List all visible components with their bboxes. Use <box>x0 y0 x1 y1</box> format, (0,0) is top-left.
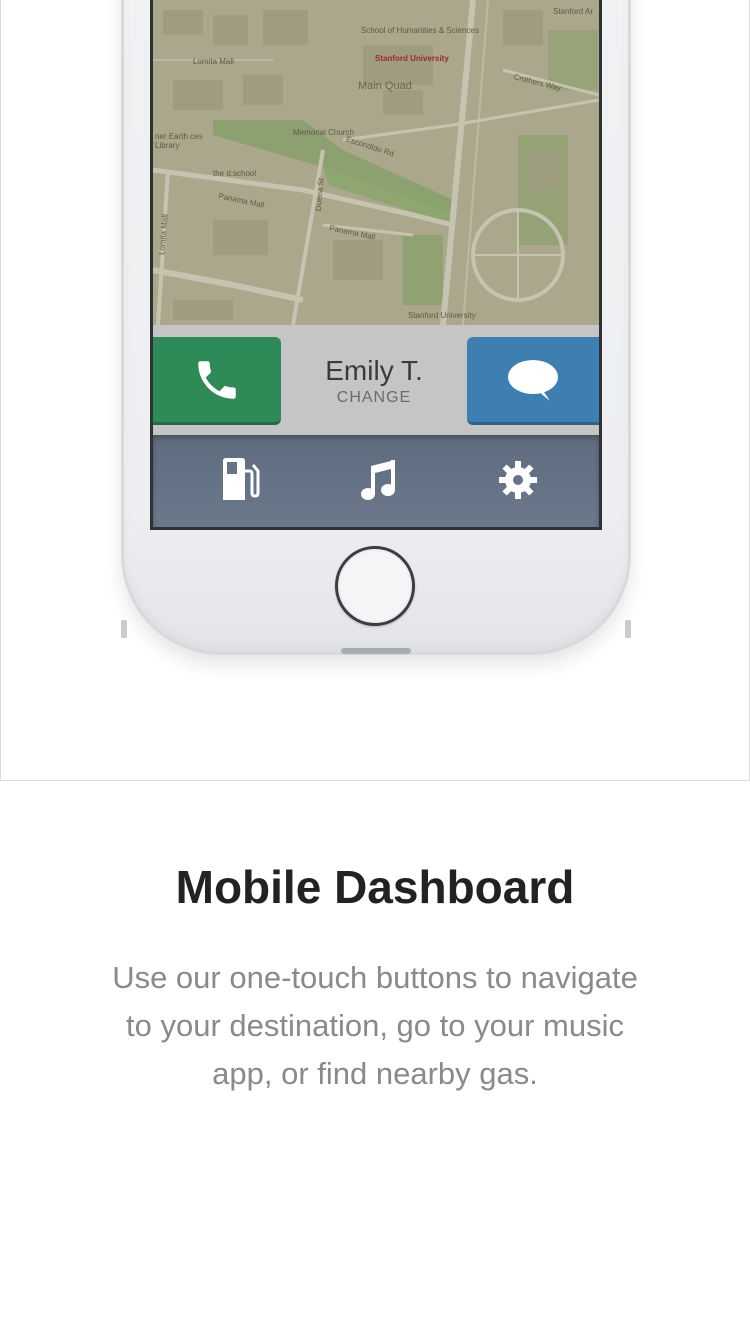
phone-side-left <box>121 620 127 638</box>
phone-side-right <box>625 620 631 638</box>
map-label-university: Stanford University <box>375 54 449 63</box>
map-label-library: ner Earth ces Library <box>155 132 203 150</box>
gas-tab[interactable] <box>216 455 266 505</box>
gas-pump-icon <box>223 458 260 500</box>
music-note-icon <box>361 460 395 500</box>
change-contact-link[interactable]: CHANGE <box>281 389 467 407</box>
map-label-memorial-church: Memorial Church <box>293 128 354 137</box>
chat-bubble-icon <box>508 359 558 401</box>
map-label-stanford-ar: Stanford Ar <box>553 7 594 16</box>
hero-section: School of Humanities & Sciences Stanford… <box>0 0 750 781</box>
map-label-dschool: the d.school <box>213 169 257 178</box>
page-title: Mobile Dashboard <box>175 861 575 913</box>
phone-bottom-port <box>341 648 411 654</box>
map-label-humanities: School of Humanities & Sciences <box>361 26 479 35</box>
phone-icon <box>198 360 236 399</box>
phone-screen: School of Humanities & Sciences Stanford… <box>150 0 602 530</box>
call-button[interactable] <box>153 337 281 425</box>
contact-bar: Emily T. CHANGE <box>153 325 599 435</box>
bottom-tab-bar <box>153 435 599 527</box>
map-view[interactable]: School of Humanities & Sciences Stanford… <box>153 0 599 325</box>
message-button[interactable] <box>467 337 599 425</box>
map-label-lomita-mall: Lomita Mall <box>193 57 234 66</box>
map-label-stanford-university-bottom: Stanford University <box>408 311 476 320</box>
music-tab[interactable] <box>353 455 403 505</box>
home-button[interactable] <box>335 546 415 626</box>
gear-icon <box>499 461 537 499</box>
page-description: Use our one-touch buttons to navigate to… <box>112 960 638 1091</box>
map-graphic <box>153 0 599 325</box>
map-label-main-quad: Main Quad <box>358 80 412 92</box>
contact-name: Emily T. <box>325 355 423 386</box>
settings-tab[interactable] <box>493 455 543 505</box>
